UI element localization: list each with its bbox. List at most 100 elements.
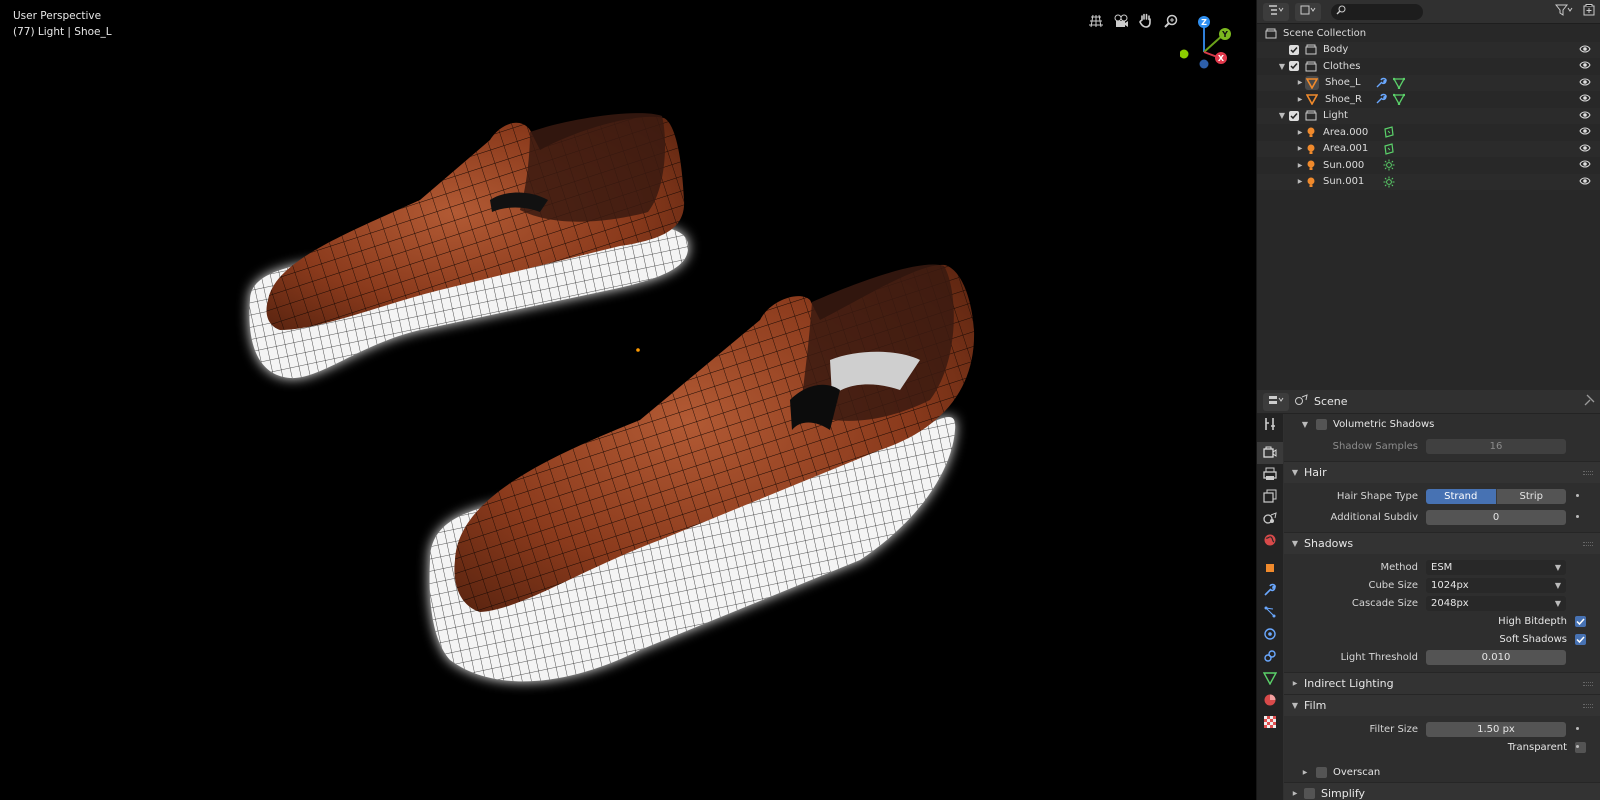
tab-output[interactable] — [1257, 464, 1283, 486]
eye-icon[interactable] — [1579, 77, 1591, 90]
keyframe-dot-icon[interactable] — [1576, 515, 1579, 518]
grid-view-button[interactable] — [1086, 12, 1106, 32]
expand-toggle-icon[interactable]: ▼ — [1300, 419, 1310, 429]
outliner-row-shoe-l[interactable]: ▶ Shoe_L — [1257, 74, 1600, 92]
shadows-panel-header[interactable]: ▼ Shadows — [1284, 532, 1600, 554]
filter-icon[interactable] — [1554, 4, 1573, 19]
zoom-view-button[interactable] — [1161, 12, 1181, 32]
film-panel-header[interactable]: ▼ Film — [1284, 694, 1600, 716]
additional-subdiv-field[interactable]: 0 — [1426, 509, 1566, 525]
shadow-samples-field[interactable]: 16 — [1426, 438, 1566, 454]
expand-toggle-icon[interactable]: ▼ — [1277, 111, 1287, 121]
camera-view-button[interactable] — [1111, 12, 1131, 32]
display-mode-button[interactable] — [1295, 2, 1321, 21]
tab-texture[interactable] — [1257, 712, 1283, 734]
keyframe-dot-icon[interactable] — [1576, 745, 1579, 748]
shoe-left-model[interactable] — [249, 113, 689, 379]
eye-icon[interactable] — [1579, 176, 1591, 189]
tab-data[interactable] — [1257, 668, 1283, 690]
properties-editor-type-button[interactable] — [1263, 392, 1289, 411]
shoe-scene[interactable] — [0, 0, 1256, 800]
high-bitdepth-checkbox[interactable] — [1575, 615, 1586, 627]
cascade-size-dropdown[interactable]: 2048px ▼ — [1426, 595, 1566, 611]
shoe-right-model[interactable] — [429, 264, 975, 682]
expand-toggle-icon[interactable]: ▶ — [1290, 789, 1300, 799]
eye-icon[interactable] — [1579, 159, 1591, 172]
expand-toggle-icon[interactable]: ▶ — [1295, 94, 1305, 104]
overscan-subpanel[interactable]: ▶ Overscan — [1284, 762, 1600, 782]
tab-physics[interactable] — [1257, 624, 1283, 646]
outliner-row-light[interactable]: ▼ Light — [1257, 107, 1600, 124]
tab-render[interactable] — [1257, 442, 1283, 464]
volumetric-shadows-subpanel[interactable]: ▼ Volumetric Shadows — [1284, 414, 1600, 434]
mesh-data-icon[interactable] — [1392, 77, 1406, 92]
sun-light-data-icon[interactable] — [1383, 159, 1395, 174]
navigation-gizmo[interactable]: Z Y X — [1179, 14, 1236, 70]
drag-grip-icon[interactable] — [1583, 704, 1593, 708]
area-light-data-icon[interactable] — [1383, 142, 1395, 158]
keyframe-dot-icon[interactable] — [1576, 727, 1579, 730]
shadow-method-dropdown[interactable]: ESM ▼ — [1426, 559, 1566, 575]
outliner-row-body[interactable]: Body — [1257, 41, 1600, 58]
expand-toggle-icon[interactable]: ▶ — [1295, 127, 1305, 137]
exclude-checkbox[interactable] — [1289, 61, 1299, 72]
outliner-row-area-001[interactable]: ▶ Area.001 — [1257, 140, 1600, 158]
sun-light-data-icon[interactable] — [1383, 176, 1395, 191]
mesh-data-icon[interactable] — [1392, 93, 1406, 108]
tab-constraints[interactable] — [1257, 646, 1283, 668]
expand-toggle-icon[interactable]: ▼ — [1290, 539, 1300, 549]
expand-toggle-icon[interactable]: ▶ — [1295, 160, 1305, 170]
simplify-panel-header[interactable]: ▶ Simplify — [1284, 782, 1600, 800]
exclude-checkbox[interactable] — [1289, 110, 1299, 121]
strand-option[interactable]: Strand — [1426, 488, 1496, 504]
eye-icon[interactable] — [1579, 143, 1591, 156]
pin-icon[interactable] — [1583, 394, 1595, 409]
drag-grip-icon[interactable] — [1583, 471, 1593, 475]
3d-viewport[interactable]: User Perspective (77) Light | Shoe_L Z Y… — [0, 0, 1256, 800]
modifier-wrench-icon[interactable] — [1375, 77, 1387, 92]
outliner-row-sun-000[interactable]: ▶ Sun.000 — [1257, 157, 1600, 174]
hair-panel-header[interactable]: ▼ Hair — [1284, 461, 1600, 483]
expand-toggle-icon[interactable]: ▼ — [1290, 468, 1300, 478]
strip-option[interactable]: Strip — [1495, 488, 1566, 504]
tab-material[interactable] — [1257, 690, 1283, 712]
expand-toggle-icon[interactable]: ▶ — [1295, 78, 1305, 88]
new-collection-icon[interactable] — [1583, 4, 1595, 19]
tab-tool[interactable] — [1257, 414, 1283, 436]
eye-icon[interactable] — [1579, 60, 1591, 73]
editor-type-button[interactable] — [1263, 2, 1289, 21]
expand-toggle-icon[interactable]: ▶ — [1290, 679, 1300, 689]
outliner-search-input[interactable] — [1331, 3, 1423, 20]
tab-world[interactable] — [1257, 530, 1283, 552]
keyframe-dot-icon[interactable] — [1576, 494, 1579, 497]
outliner-row-area-000[interactable]: ▶ Area.000 — [1257, 124, 1600, 141]
overscan-checkbox[interactable] — [1316, 766, 1327, 778]
volumetric-shadows-checkbox[interactable] — [1316, 418, 1327, 430]
drag-grip-icon[interactable] — [1583, 682, 1593, 686]
exclude-checkbox[interactable] — [1289, 44, 1299, 55]
eye-icon[interactable] — [1579, 93, 1591, 106]
tab-view-layer[interactable] — [1257, 486, 1283, 508]
tab-modifiers[interactable] — [1257, 580, 1283, 602]
expand-toggle-icon[interactable]: ▶ — [1295, 144, 1305, 154]
simplify-checkbox[interactable] — [1304, 788, 1315, 799]
outliner-row-shoe-r[interactable]: ▶ Shoe_R — [1257, 91, 1600, 108]
outliner-row-clothes[interactable]: ▼ Clothes — [1257, 58, 1600, 75]
soft-shadows-checkbox[interactable] — [1575, 633, 1586, 645]
eye-icon[interactable] — [1579, 126, 1591, 139]
tab-object[interactable] — [1257, 558, 1283, 580]
outliner-row-scene-collection[interactable]: Scene Collection — [1257, 25, 1600, 42]
area-light-data-icon[interactable] — [1383, 126, 1395, 141]
tab-scene[interactable] — [1257, 508, 1283, 530]
eye-icon[interactable] — [1579, 110, 1591, 123]
tab-particles[interactable] — [1257, 602, 1283, 624]
expand-toggle-icon[interactable]: ▶ — [1295, 177, 1305, 187]
outliner-row-sun-001[interactable]: ▶ Sun.001 — [1257, 173, 1600, 191]
light-threshold-field[interactable]: 0.010 — [1426, 649, 1566, 665]
drag-grip-icon[interactable] — [1583, 542, 1593, 546]
indirect-lighting-panel-header[interactable]: ▶ Indirect Lighting — [1284, 672, 1600, 694]
pan-view-button[interactable] — [1136, 12, 1156, 32]
filter-size-field[interactable]: 1.50 px — [1426, 721, 1566, 737]
modifier-wrench-icon[interactable] — [1375, 93, 1387, 108]
expand-toggle-icon[interactable]: ▼ — [1290, 701, 1300, 711]
